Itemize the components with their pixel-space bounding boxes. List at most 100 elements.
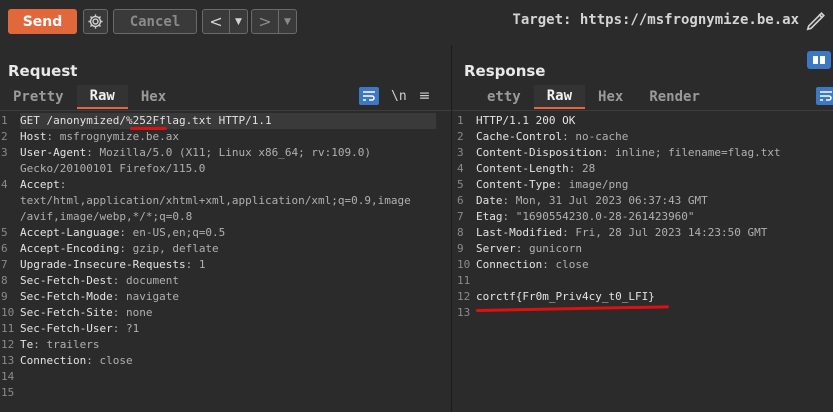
code-line: 15 — [0, 385, 436, 401]
line-number: 13 — [457, 306, 471, 319]
line-number: 15 — [1, 386, 15, 399]
line-content: Connection: close — [476, 257, 589, 273]
line-number: 3 — [457, 146, 464, 159]
tab-hex[interactable]: Hex — [128, 85, 179, 109]
tab-pretty[interactable]: etty — [474, 85, 534, 109]
target-label[interactable]: Target: https://msfrognymize.be.ax — [512, 12, 799, 28]
line-number: 10 — [1, 306, 15, 319]
line-content — [476, 273, 483, 289]
header-value: : none — [112, 306, 153, 319]
header-value: : Mon, 31 Jul 2023 06:37:43 GMT — [502, 194, 708, 207]
line-number: 13 — [1, 354, 15, 367]
code-line: 2 Host: msfrognymize.be.ax — [0, 129, 436, 145]
line-content: Connection: close — [20, 353, 133, 369]
back-history-dropdown[interactable]: ▼ — [229, 10, 247, 33]
settings-button[interactable] — [83, 9, 108, 34]
line-number: 9 — [457, 242, 464, 255]
line-number: 8 — [1, 274, 8, 287]
line-content: Te: trailers — [20, 337, 99, 353]
response-editor[interactable]: 1 HTTP/1.1 200 OK 2 Cache-Control: no-cache… — [456, 113, 781, 321]
header-name: User-Agent — [20, 146, 87, 159]
layout-toggle[interactable] — [807, 51, 831, 69]
line-content: text/html,application/xhtml+xml,applicat… — [20, 193, 411, 209]
header-name: Connection — [476, 258, 543, 271]
line-content: User-Agent: Mozilla/5.0 (X11; Linux x86_… — [20, 145, 371, 161]
send-button[interactable]: Send — [8, 9, 77, 34]
show-newlines-toggle[interactable]: \n — [391, 89, 407, 104]
code-line: 5 Content-Type: image/png — [456, 177, 781, 193]
header-value: : no-cache — [562, 130, 629, 143]
code-line: 1 HTTP/1.1 200 OK — [456, 113, 781, 129]
line-number: 7 — [457, 210, 464, 223]
code-line: 6 Date: Mon, 31 Jul 2023 06:37:43 GMT — [456, 193, 781, 209]
tab-hex[interactable]: Hex — [585, 85, 636, 109]
code-line: 9 Sec-Fetch-Mode: navigate — [0, 289, 436, 305]
header-value: : "1690554230.0-28-261423960" — [502, 210, 695, 223]
header-value: : gzip, deflate — [119, 242, 219, 255]
line-number: 5 — [1, 226, 8, 239]
header-value: : close — [86, 354, 133, 367]
code-line: 7 Upgrade-Insecure-Requests: 1 — [0, 257, 436, 273]
header-name: Connection — [20, 354, 87, 367]
header-name: Accept-Encoding — [20, 242, 120, 255]
header-value: : close — [542, 258, 589, 271]
response-tabs: etty Raw Hex Render — [474, 85, 713, 109]
header-value: : 1 — [185, 258, 206, 271]
tab-render[interactable]: Render — [636, 85, 713, 109]
line-content: Sec-Fetch-User: ?1 — [20, 321, 139, 337]
code-line: 12 corctf{Fr0m_Priv4cy_t0_LFI} — [456, 289, 781, 305]
cancel-button[interactable]: Cancel — [113, 9, 197, 34]
request-editor[interactable]: 1 GET /anonymized/%252Fflag.txt HTTP/1.1 2… — [0, 113, 436, 401]
code-line: 8 Last-Modified: Fri, 28 Jul 2023 14:23:5… — [456, 225, 781, 241]
line-content: Date: Mon, 31 Jul 2023 06:37:43 GMT — [476, 193, 708, 209]
tab-pretty[interactable]: Pretty — [0, 85, 77, 109]
line-content — [476, 305, 483, 321]
line-number: 3 — [1, 146, 8, 159]
wrap-lines-icon — [363, 91, 375, 101]
line-number — [0, 209, 20, 225]
forward-history-dropdown[interactable]: ▼ — [278, 10, 296, 33]
line-number: 10 — [457, 258, 471, 271]
annotation-underline — [130, 127, 167, 130]
header-name: Sec-Fetch-Dest — [20, 274, 113, 287]
edit-target-icon[interactable] — [805, 10, 827, 32]
line-content: Etag: "1690554230.0-28-261423960" — [476, 209, 695, 225]
code-line: 11 — [456, 273, 781, 289]
response-editor-tools — [816, 87, 833, 105]
code-line: /avif,image/webp,*/*;q=0.8 — [0, 209, 436, 225]
header-name: Content-Length — [476, 162, 569, 175]
word-wrap-toggle[interactable] — [816, 87, 833, 105]
line-content — [20, 369, 27, 385]
back-button[interactable]: < — [203, 10, 229, 33]
line-number: 12 — [1, 338, 15, 351]
line-content — [20, 385, 27, 401]
line-number: 12 — [457, 290, 471, 303]
header-value: : image/png — [555, 178, 629, 191]
header-name: Content-Type — [476, 178, 556, 191]
line-number: 6 — [1, 242, 8, 255]
header-value: /avif,image/webp,*/*;q=0.8 — [20, 210, 193, 223]
line-content: Content-Type: image/png — [476, 177, 628, 193]
header-value: : document — [112, 274, 179, 287]
line-content: /avif,image/webp,*/*;q=0.8 — [20, 209, 192, 225]
header-name: Sec-Fetch-Site — [20, 306, 113, 319]
tab-raw[interactable]: Raw — [533, 85, 586, 109]
line-number: 4 — [1, 178, 8, 191]
code-line: 6 Accept-Encoding: gzip, deflate — [0, 241, 436, 257]
line-content: Sec-Fetch-Dest: document — [20, 273, 179, 289]
line-number: 2 — [457, 130, 464, 143]
gear-icon — [88, 14, 103, 29]
header-value: : navigate — [112, 290, 179, 303]
word-wrap-toggle[interactable] — [359, 87, 379, 105]
code-line: 4 Content-Length: 28 — [456, 161, 781, 177]
code-line: text/html,application/xhtml+xml,applicat… — [0, 193, 436, 209]
request-title: Request — [8, 62, 78, 80]
header-value: : Fri, 28 Jul 2023 14:23:50 GMT — [562, 226, 768, 239]
wrap-lines-icon — [820, 91, 832, 101]
line-number: 5 — [457, 178, 464, 191]
forward-button[interactable]: > — [252, 10, 278, 33]
line-number: 9 — [1, 290, 8, 303]
tab-raw[interactable]: Raw — [76, 85, 128, 109]
header-value: text/html,application/xhtml+xml,applicat… — [20, 194, 411, 207]
hamburger-menu-icon[interactable]: ≡ — [419, 88, 431, 104]
